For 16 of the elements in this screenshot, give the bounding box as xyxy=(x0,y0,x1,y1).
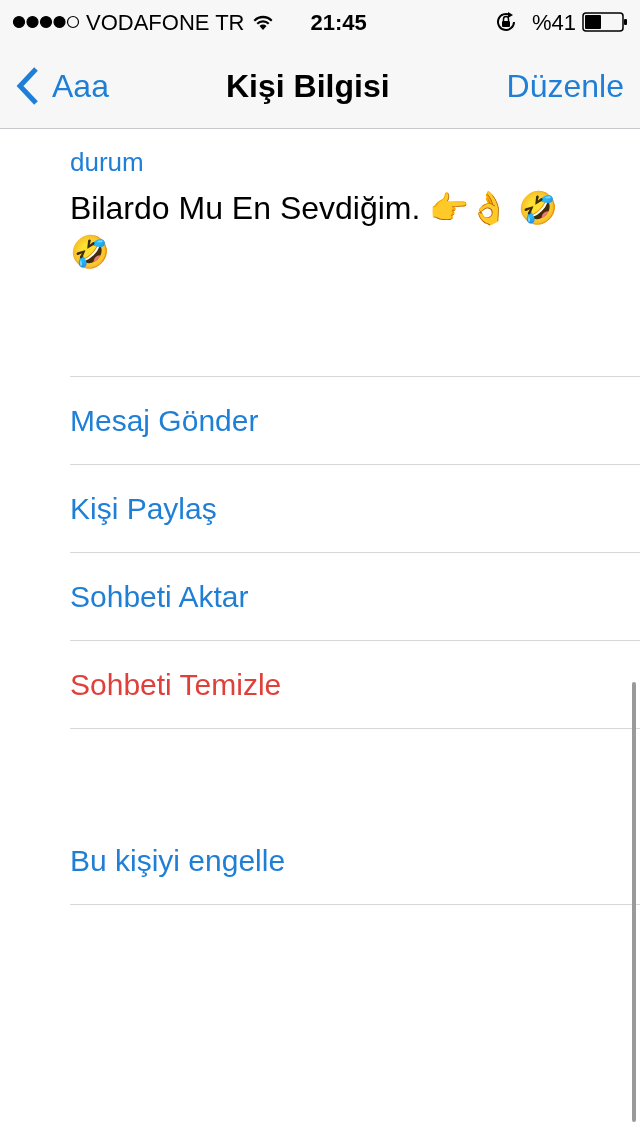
action-button[interactable]: Mesaj Gönder xyxy=(70,398,259,443)
status-label: durum xyxy=(70,146,145,179)
chevron-left-icon xyxy=(16,66,40,106)
action-button[interactable]: Bu kişiyi engelle xyxy=(70,838,286,883)
signal-icon xyxy=(12,15,80,29)
action-button[interactable]: Sohbeti Temizle xyxy=(70,662,282,707)
action-button[interactable]: Kişi Paylaş xyxy=(70,486,217,531)
back-button[interactable]: Aaa xyxy=(16,62,109,110)
battery-icon xyxy=(582,12,628,32)
screen-title: Kişi Bilgisi xyxy=(225,67,390,106)
battery-percent: %41 xyxy=(531,8,576,37)
edit-button[interactable]: Düzenle xyxy=(506,62,624,110)
clock-text: 21:45 xyxy=(310,8,367,37)
action-button[interactable]: Sohbeti Aktar xyxy=(70,574,249,619)
carrier-text: VODAFONE TR xyxy=(86,8,245,37)
status-text: Bilardo Mu En Sevdiğim. 👉👌 🤣 🤣 xyxy=(70,189,560,272)
